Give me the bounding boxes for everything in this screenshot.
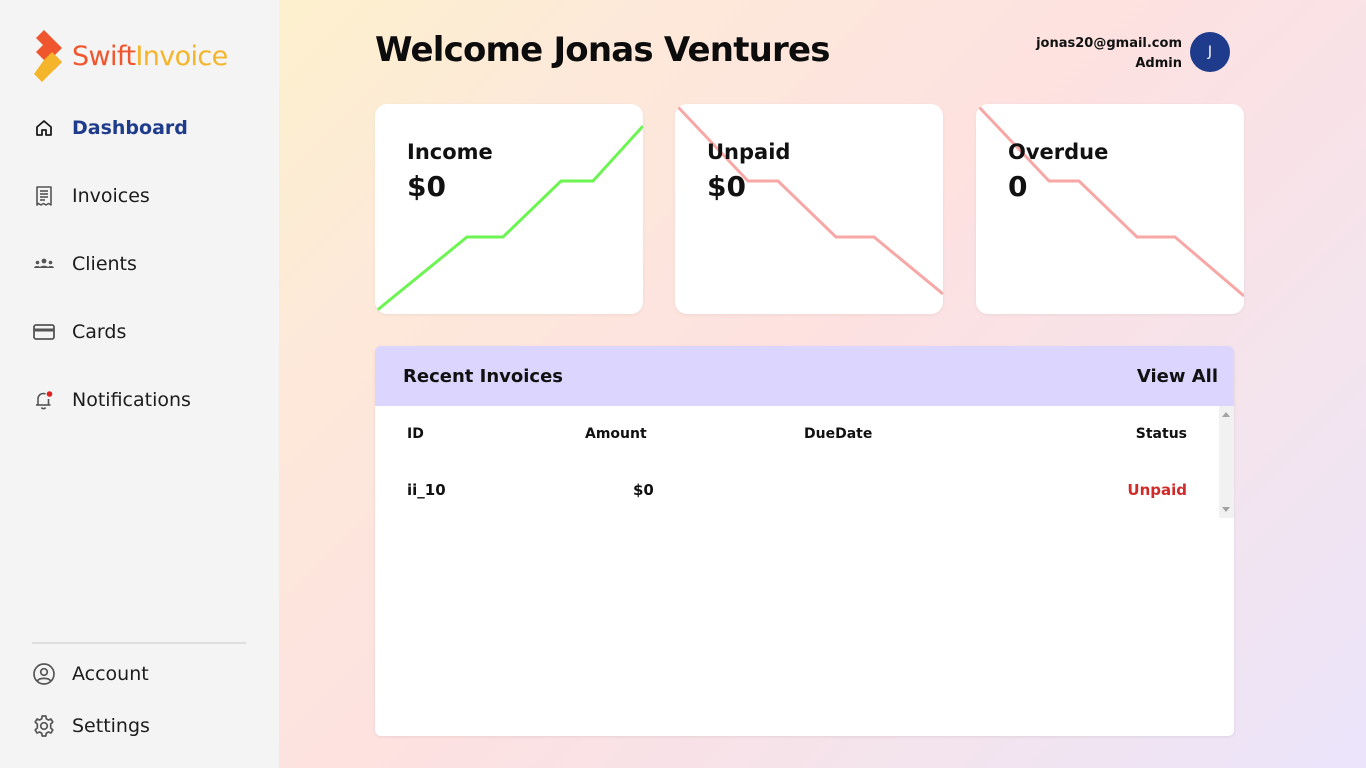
brand-name: SwiftInvoice [72, 41, 228, 72]
income-trend-line [375, 124, 643, 314]
recent-invoices-header: Recent Invoices View All [375, 346, 1234, 406]
sidebar-item-label: Dashboard [72, 117, 188, 139]
sidebar: SwiftInvoice Dashboard Invoices Clients … [0, 0, 279, 768]
sidebar-item-dashboard[interactable]: Dashboard [32, 111, 188, 145]
sidebar-item-invoices[interactable]: Invoices [32, 179, 150, 213]
credit-card-icon [32, 320, 56, 344]
stat-card-value: 0 [1008, 170, 1028, 203]
invoice-status: Unpaid [1127, 481, 1187, 499]
users-icon [32, 252, 56, 276]
user-role: Admin [1135, 56, 1182, 71]
invoice-table: ID Amount DueDate Status ii_10 $0 Unpaid [375, 406, 1234, 518]
stat-card-unpaid: Unpaid $0 [675, 104, 943, 314]
brand-name-part2: Invoice [135, 40, 228, 72]
user-circle-icon [32, 662, 56, 686]
bell-icon [32, 388, 56, 412]
column-header-id[interactable]: ID [407, 426, 424, 442]
sidebar-item-label: Notifications [72, 389, 191, 411]
sidebar-item-account[interactable]: Account [32, 657, 149, 691]
avatar[interactable]: J [1190, 32, 1230, 72]
sidebar-item-label: Settings [72, 715, 150, 737]
stat-card-value: $0 [707, 170, 746, 203]
column-header-duedate[interactable]: DueDate [804, 426, 872, 442]
sidebar-item-label: Clients [72, 253, 137, 275]
overdue-trend-line [977, 105, 1244, 298]
sidebar-item-cards[interactable]: Cards [32, 315, 126, 349]
column-header-status[interactable]: Status [1136, 426, 1187, 442]
unpaid-trend-line [676, 105, 943, 296]
sidebar-item-notifications[interactable]: Notifications [32, 383, 191, 417]
brand-name-part1: Swift [72, 40, 136, 72]
logo-icon [34, 30, 62, 82]
sidebar-item-label: Account [72, 663, 149, 685]
sidebar-item-label: Invoices [72, 185, 150, 207]
invoice-amount: $0 [633, 481, 654, 499]
home-icon [32, 116, 56, 140]
recent-invoices-panel: Recent Invoices View All ID Amount DueDa… [375, 346, 1234, 736]
user-info[interactable]: jonas20@gmail.com Admin [1036, 34, 1182, 74]
sidebar-item-label: Cards [72, 321, 127, 343]
stat-card-value: $0 [407, 170, 446, 203]
column-header-amount[interactable]: Amount [585, 426, 647, 442]
sidebar-divider [32, 642, 246, 644]
brand-logo[interactable]: SwiftInvoice [32, 30, 228, 82]
stat-card-overdue: Overdue 0 [976, 104, 1244, 314]
recent-invoices-title: Recent Invoices [403, 365, 564, 387]
receipt-icon [32, 184, 56, 208]
invoice-id[interactable]: ii_10 [407, 481, 446, 499]
stat-card-title: Income [407, 140, 493, 164]
scroll-down-arrow-icon[interactable] [1222, 507, 1230, 512]
stat-card-title: Overdue [1008, 140, 1109, 164]
page-title: Welcome Jonas Ventures [375, 30, 831, 70]
sidebar-item-clients[interactable]: Clients [32, 247, 137, 281]
scroll-up-arrow-icon[interactable] [1222, 412, 1230, 417]
user-email: jonas20@gmail.com [1036, 36, 1182, 51]
gear-icon [32, 714, 56, 738]
stat-card-income: Income $0 [375, 104, 643, 314]
sidebar-item-settings[interactable]: Settings [32, 709, 150, 743]
view-all-link[interactable]: View All [1137, 366, 1218, 387]
table-scrollbar[interactable] [1219, 406, 1234, 518]
stat-card-title: Unpaid [707, 140, 791, 164]
